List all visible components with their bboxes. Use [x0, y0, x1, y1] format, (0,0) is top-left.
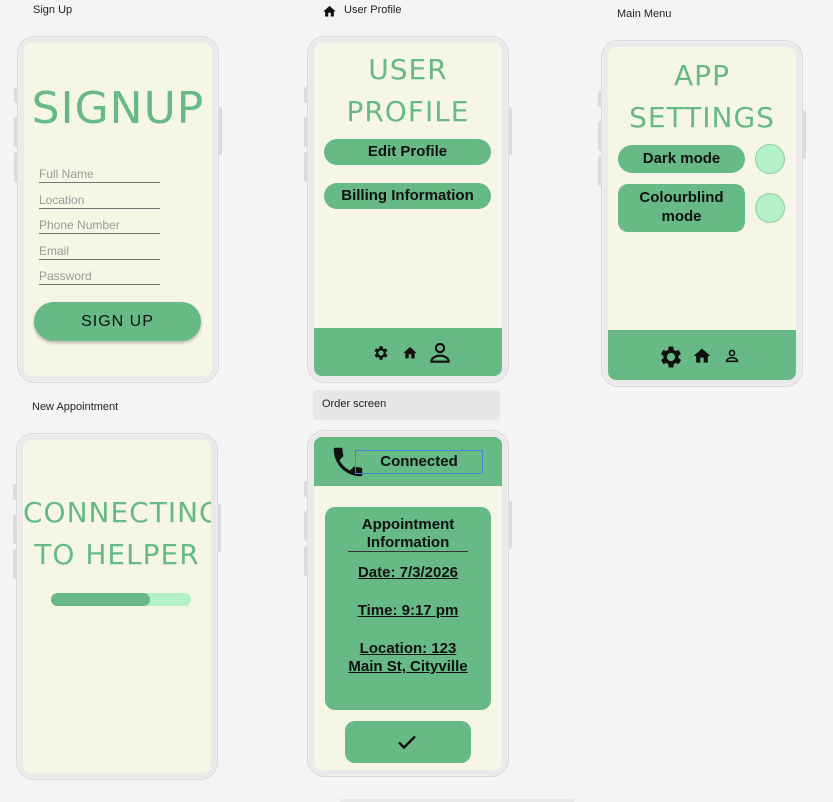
frame-label-profile: User Profile — [344, 4, 402, 16]
frame-label-menu: Main Menu — [617, 8, 672, 20]
page-title-line2: SETTINGS — [629, 101, 775, 134]
signup-phone: SIGNUP Full Name Location Phone Number E… — [14, 36, 222, 383]
frame-label-signup: Sign Up — [33, 4, 73, 16]
page-title: SIGNUP — [31, 83, 205, 134]
phone-number-field[interactable]: Phone Number — [39, 218, 160, 234]
page-title-line1: CONNECTING — [23, 496, 211, 529]
profile-screen: USER PROFILE Edit Profile Billing Inform… — [314, 43, 502, 376]
info-title-line2: Information — [348, 534, 468, 552]
location-field[interactable]: Location — [39, 193, 160, 209]
person-icon[interactable] — [427, 340, 453, 371]
progress-bar — [51, 593, 191, 606]
dark-mode-toggle[interactable] — [755, 144, 785, 174]
frame-label-appointment: New Appointment — [32, 401, 119, 413]
order-screen: Connected Appointment Information Date: … — [314, 437, 502, 770]
page-title-line1: APP — [674, 59, 730, 92]
progress-fill — [51, 593, 151, 606]
sign-up-button[interactable]: SIGN UP — [34, 302, 201, 341]
order-phone: Connected Appointment Information Date: … — [304, 430, 512, 777]
appointment-info-card: Appointment Information Date: 7/3/2026 T… — [325, 507, 491, 710]
call-header: Connected — [314, 437, 502, 486]
frame-label-order: Order screen — [313, 390, 500, 420]
home-icon[interactable] — [692, 346, 712, 371]
check-icon — [394, 730, 420, 759]
home-icon — [322, 4, 337, 24]
colourblind-mode-toggle[interactable] — [755, 193, 785, 223]
signup-screen: SIGNUP Full Name Location Phone Number E… — [24, 43, 212, 376]
full-name-field[interactable]: Full Name — [39, 167, 160, 183]
appointment-location-line2: Main St, Cityville — [348, 658, 468, 675]
email-field[interactable]: Email — [39, 244, 160, 260]
edit-profile-button[interactable]: Edit Profile — [324, 139, 491, 165]
page-title-line2: TO HELPER — [34, 538, 200, 571]
page-title-line2: PROFILE — [346, 95, 470, 128]
password-field[interactable]: Password — [39, 269, 160, 285]
home-icon[interactable] — [402, 345, 418, 366]
settings-screen: APP SETTINGS Dark mode Colourblind mode — [608, 47, 796, 380]
appointment-screen: CONNECTING TO HELPER — [23, 440, 211, 773]
billing-information-button[interactable]: Billing Information — [324, 183, 491, 209]
person-icon[interactable] — [724, 348, 740, 369]
profile-phone: USER PROFILE Edit Profile Billing Inform… — [304, 36, 512, 383]
page-title-line1: USER — [368, 53, 448, 86]
settings-phone: APP SETTINGS Dark mode Colourblind mode — [598, 40, 806, 387]
appointment-phone: CONNECTING TO HELPER — [13, 433, 221, 780]
confirm-button[interactable] — [345, 721, 471, 763]
gear-icon[interactable] — [372, 344, 390, 367]
gear-icon[interactable] — [657, 343, 685, 376]
dark-mode-label: Dark mode — [618, 145, 745, 173]
colourblind-line2: mode — [661, 208, 702, 225]
appointment-location-line1: Location: 123 — [359, 640, 457, 657]
info-title-line1: Appointment — [361, 516, 455, 533]
colourblind-mode-label: Colourblind mode — [618, 184, 745, 232]
appointment-date: Date: 7/3/2026 — [357, 564, 459, 581]
appointment-time: Time: 9:17 pm — [357, 602, 459, 619]
connection-status: Connected — [355, 450, 483, 474]
colourblind-line1: Colourblind — [639, 189, 724, 206]
bottom-nav — [608, 330, 796, 380]
bottom-nav — [314, 328, 502, 376]
